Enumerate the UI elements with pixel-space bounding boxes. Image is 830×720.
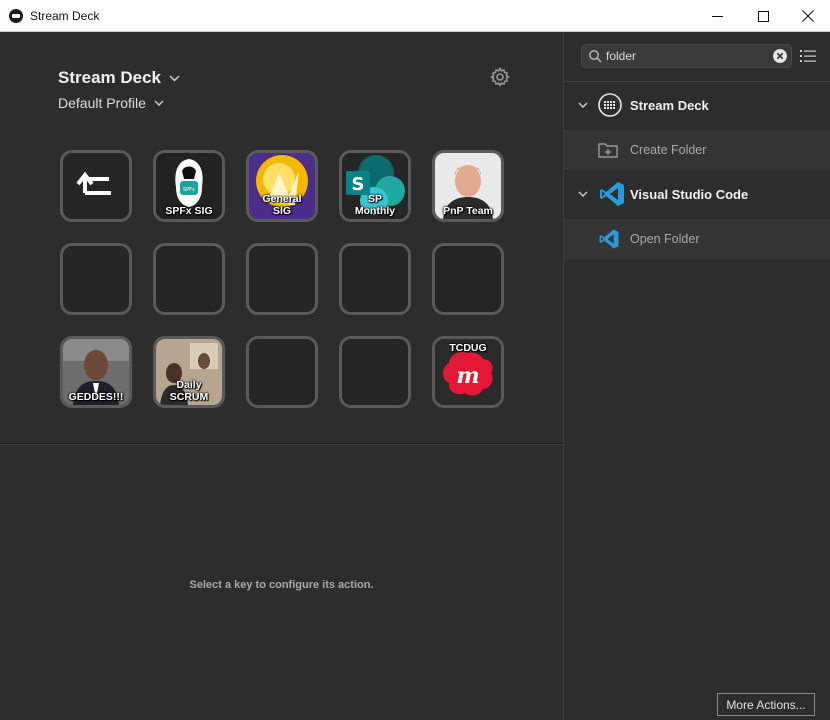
chevron-down-icon: [578, 191, 588, 197]
action-label: Open Folder: [630, 232, 700, 246]
action-create-folder[interactable]: Create Folder: [564, 130, 830, 170]
folder-plus-icon: [598, 143, 618, 158]
svg-text:m: m: [456, 363, 479, 389]
key-label: SPFx SIG: [165, 205, 213, 217]
key-empty[interactable]: [60, 243, 132, 315]
list-view-icon[interactable]: [800, 48, 816, 64]
clear-search-icon[interactable]: [773, 49, 787, 63]
key-label: General SIG: [262, 193, 302, 217]
chevron-down-icon: [578, 102, 588, 108]
stream-deck-app-icon: [9, 9, 23, 23]
key-label: TCDUG: [449, 342, 487, 354]
chevron-down-icon: [154, 100, 164, 106]
chevron-down-icon: [169, 74, 180, 82]
key-label: SP Monthly: [354, 193, 396, 217]
maximize-icon: [757, 10, 769, 22]
search-icon: [589, 50, 602, 63]
key-tcdug[interactable]: m TCDUG: [432, 336, 504, 408]
title-bar: Stream Deck: [0, 0, 830, 32]
action-open-folder[interactable]: Open Folder: [564, 219, 830, 259]
key-empty[interactable]: [432, 243, 504, 315]
action-label: Create Folder: [630, 143, 707, 157]
key-pnp-team[interactable]: PnP Team: [432, 150, 504, 222]
key-empty[interactable]: [246, 336, 318, 408]
category-label: Visual Studio Code: [630, 186, 749, 202]
profile-name: Default Profile: [58, 95, 146, 111]
vscode-icon: [599, 229, 619, 249]
key-label: Daily SCRUM: [169, 379, 209, 403]
key-geddes[interactable]: GEDDES!!!: [60, 336, 132, 408]
profile-selector[interactable]: Default Profile: [58, 95, 164, 111]
key-empty[interactable]: [339, 243, 411, 315]
maximize-button[interactable]: [740, 0, 786, 32]
category-label: Stream Deck: [630, 97, 709, 113]
vscode-icon: [600, 182, 624, 206]
key-back[interactable]: [60, 150, 132, 222]
gear-icon[interactable]: [490, 67, 510, 87]
key-empty[interactable]: [153, 243, 225, 315]
key-empty[interactable]: [246, 243, 318, 315]
key-sp-monthly[interactable]: S SP Monthly: [339, 150, 411, 222]
back-arrow-icon: [76, 171, 111, 195]
key-label: GEDDES!!!: [68, 391, 124, 403]
key-label: PnP Team: [443, 205, 493, 217]
svg-text:SPFx: SPFx: [183, 187, 195, 193]
close-button[interactable]: [785, 0, 830, 32]
minimize-icon: [711, 15, 723, 17]
category-visual-studio-code[interactable]: Visual Studio Code: [564, 172, 830, 216]
device-name: Stream Deck: [58, 68, 162, 87]
device-selector[interactable]: Stream Deck: [58, 68, 180, 88]
minimize-button[interactable]: [694, 0, 740, 32]
search-input[interactable]: [606, 47, 766, 65]
key-daily-scrum[interactable]: Daily SCRUM: [153, 336, 225, 408]
stream-deck-icon: [598, 93, 622, 117]
configure-hint: Select a key to configure its action.: [189, 579, 374, 591]
category-stream-deck[interactable]: Stream Deck: [564, 83, 830, 127]
window-title: Stream Deck: [30, 9, 100, 23]
close-icon: [802, 10, 814, 22]
key-empty[interactable]: [339, 336, 411, 408]
more-actions-button[interactable]: More Actions...: [717, 693, 815, 716]
key-grid: SPFx SPFx SIG General SIG S SP Monthly P…: [60, 150, 504, 408]
key-general-sig[interactable]: General SIG: [246, 150, 318, 222]
key-spfx-sig[interactable]: SPFx SPFx SIG: [153, 150, 225, 222]
svg-text:S: S: [352, 174, 365, 195]
